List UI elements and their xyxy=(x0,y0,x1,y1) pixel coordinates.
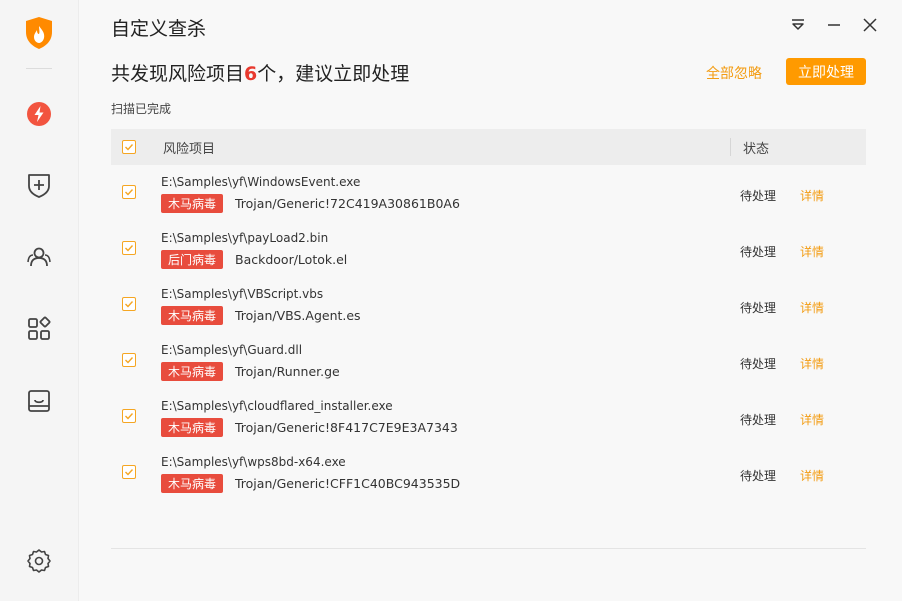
details-link[interactable]: 详情 xyxy=(800,187,824,204)
sidebar-item-users[interactable] xyxy=(24,242,54,272)
row-checkbox[interactable] xyxy=(122,409,136,423)
toolbox-icon xyxy=(28,390,50,412)
minimize-icon xyxy=(828,24,840,26)
ignore-all-link[interactable]: 全部忽略 xyxy=(706,63,762,83)
threat-type-badge: 木马病毒 xyxy=(161,194,224,213)
file-path: E:\Samples\yf\Guard.dll xyxy=(161,343,303,357)
threat-type-badge: 木马病毒 xyxy=(161,418,224,437)
row-status: 待处理 xyxy=(740,469,777,483)
sidebar-item-settings[interactable] xyxy=(24,546,54,576)
table-row: E:\Samples\yf\wps8bd-x64.exe 木马病毒 Trojan… xyxy=(111,445,866,501)
handle-now-button[interactable]: 立即处理 xyxy=(786,58,866,85)
check-icon xyxy=(125,413,134,420)
row-status: 待处理 xyxy=(740,413,777,427)
check-icon xyxy=(125,245,134,252)
row-checkbox[interactable] xyxy=(122,241,136,255)
users-icon xyxy=(27,247,51,267)
close-button[interactable] xyxy=(860,14,880,36)
table-row: E:\Samples\yf\WindowsEvent.exe 木马病毒 Troj… xyxy=(111,165,866,221)
bottom-divider xyxy=(111,548,866,549)
threat-type-badge: 后门病毒 xyxy=(161,250,224,269)
check-icon xyxy=(125,189,134,196)
table-row: E:\Samples\yf\payLoad2.bin 后门病毒 Backdoor… xyxy=(111,221,866,277)
details-link[interactable]: 详情 xyxy=(800,299,824,316)
gear-icon xyxy=(27,549,51,573)
file-path: E:\Samples\yf\wps8bd-x64.exe xyxy=(161,455,346,469)
minimize-button[interactable] xyxy=(824,14,844,36)
details-link[interactable]: 详情 xyxy=(800,355,824,372)
app-logo-shield-icon xyxy=(24,16,54,50)
file-path: E:\Samples\yf\VBScript.vbs xyxy=(161,287,324,301)
virus-name: Backdoor/Lotok.el xyxy=(235,252,348,267)
sidebar-item-apps[interactable] xyxy=(24,314,54,344)
details-link[interactable]: 详情 xyxy=(800,467,824,484)
details-link[interactable]: 详情 xyxy=(800,243,824,260)
close-icon xyxy=(863,18,877,32)
summary-suffix: 个，建议立即处理 xyxy=(257,63,410,85)
apps-grid-icon xyxy=(28,316,51,340)
virus-name: Trojan/VBS.Agent.es xyxy=(235,308,361,323)
table-row: E:\Samples\yf\Guard.dll 木马病毒 Trojan/Runn… xyxy=(111,333,866,389)
row-checkbox[interactable] xyxy=(122,353,136,367)
sidebar-item-toolbox[interactable] xyxy=(24,386,54,416)
threat-type-badge: 木马病毒 xyxy=(161,306,224,325)
column-header-risk: 风险项目 xyxy=(163,141,216,157)
sidebar-divider xyxy=(26,68,52,69)
row-checkbox[interactable] xyxy=(122,297,136,311)
virus-name: Trojan/Generic!CFF1C40BC943535D xyxy=(235,476,461,491)
row-status: 待处理 xyxy=(740,357,777,371)
sidebar-item-virus-scan[interactable] xyxy=(24,99,54,129)
virus-name: Trojan/Runner.ge xyxy=(235,364,340,379)
file-path: E:\Samples\yf\WindowsEvent.exe xyxy=(161,175,361,189)
menu-button[interactable] xyxy=(788,14,808,36)
row-status: 待处理 xyxy=(740,189,777,203)
window-controls xyxy=(788,14,880,36)
column-separator xyxy=(730,138,731,156)
virus-name: Trojan/Generic!8F417C7E9E3A7343 xyxy=(235,420,458,435)
row-status: 待处理 xyxy=(740,301,777,315)
threat-type-badge: 木马病毒 xyxy=(161,474,224,493)
file-path: E:\Samples\yf\payLoad2.bin xyxy=(161,231,329,245)
sidebar-item-protection[interactable] xyxy=(24,170,54,200)
window-title: 自定义查杀 xyxy=(111,18,207,40)
scan-status-text: 扫描已完成 xyxy=(111,102,172,116)
row-checkbox[interactable] xyxy=(122,465,136,479)
row-status: 待处理 xyxy=(740,245,777,259)
virus-name: Trojan/Generic!72C419A30861B0A6 xyxy=(235,196,460,211)
check-icon xyxy=(125,301,134,308)
risk-table: 风险项目 状态 E:\Samples\yf\WindowsEvent.exe 木… xyxy=(111,129,866,501)
column-header-status: 状态 xyxy=(743,141,770,157)
shield-plus-icon xyxy=(28,174,50,198)
threat-type-badge: 木马病毒 xyxy=(161,362,224,381)
check-icon xyxy=(125,469,134,476)
select-all-checkbox[interactable] xyxy=(122,140,136,154)
summary-headline: 共发现风险项目6个，建议立即处理 xyxy=(111,59,409,86)
check-icon xyxy=(125,144,134,151)
main-panel: 自定义查杀 共发现风险项目6个，建议立即处理 全部忽略 立即处理 扫描已完成 风… xyxy=(79,0,902,601)
sidebar xyxy=(0,0,79,601)
check-icon xyxy=(125,357,134,364)
menu-dropdown-icon xyxy=(792,19,804,30)
table-row: E:\Samples\yf\cloudflared_installer.exe … xyxy=(111,389,866,445)
lightning-icon xyxy=(27,102,51,126)
details-link[interactable]: 详情 xyxy=(800,411,824,428)
file-path: E:\Samples\yf\cloudflared_installer.exe xyxy=(161,399,393,413)
risk-count: 6 xyxy=(244,63,258,85)
row-checkbox[interactable] xyxy=(122,185,136,199)
summary-prefix: 共发现风险项目 xyxy=(111,63,245,85)
table-header: 风险项目 状态 xyxy=(111,129,866,165)
table-row: E:\Samples\yf\VBScript.vbs 木马病毒 Trojan/V… xyxy=(111,277,866,333)
